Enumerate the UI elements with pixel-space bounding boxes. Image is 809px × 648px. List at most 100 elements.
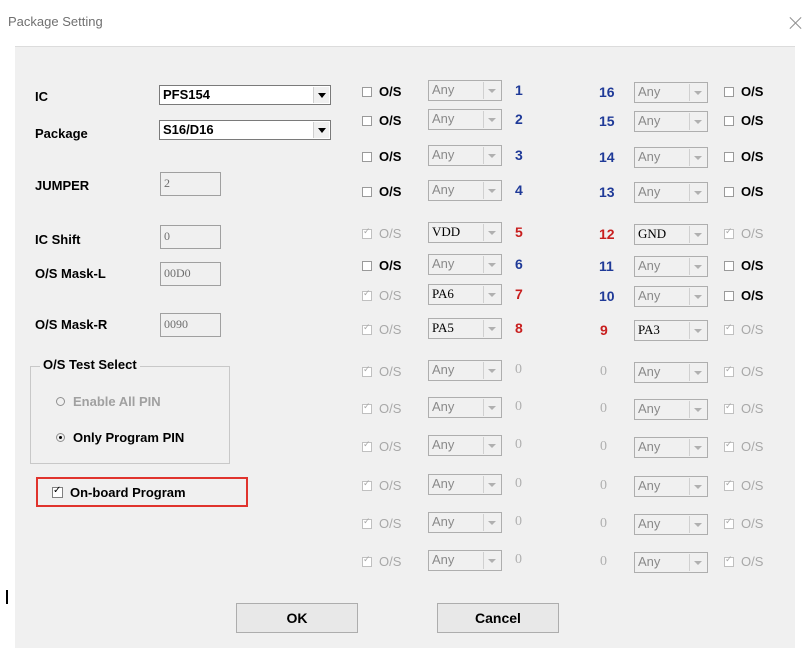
checkbox-icon[interactable]: [724, 87, 734, 97]
pin-select[interactable]: Any: [634, 514, 708, 535]
pin-select[interactable]: PA3: [634, 320, 708, 341]
pin-select[interactable]: Any: [634, 552, 708, 573]
onboard-program-highlight[interactable]: On-board Program: [36, 477, 248, 507]
pin-select[interactable]: GND: [634, 224, 708, 245]
chevron-down-icon[interactable]: [689, 364, 706, 381]
chevron-down-icon[interactable]: [483, 514, 500, 531]
checkbox-checked-icon[interactable]: [362, 479, 372, 491]
os-checkbox[interactable]: O/S: [724, 364, 763, 379]
os-checkbox[interactable]: O/S: [362, 258, 401, 273]
os-checkbox[interactable]: O/S: [724, 113, 763, 128]
pin-select[interactable]: Any: [428, 254, 502, 275]
pin-select[interactable]: Any: [428, 180, 502, 201]
checkbox-icon[interactable]: [724, 261, 734, 271]
os-checkbox[interactable]: O/S: [362, 226, 401, 241]
os-checkbox[interactable]: O/S: [362, 516, 401, 531]
pin-select[interactable]: Any: [428, 474, 502, 495]
chevron-down-icon[interactable]: [483, 147, 500, 164]
pin-select[interactable]: Any: [428, 512, 502, 533]
os-checkbox[interactable]: O/S: [362, 439, 401, 454]
os-checkbox[interactable]: O/S: [724, 288, 763, 303]
os-checkbox[interactable]: O/S: [724, 554, 763, 569]
chevron-down-icon[interactable]: [689, 516, 706, 533]
radio-only-program-pin[interactable]: Only Program PIN: [56, 430, 184, 445]
chevron-down-icon[interactable]: [689, 478, 706, 495]
os-checkbox[interactable]: O/S: [724, 184, 763, 199]
ok-button[interactable]: OK: [236, 603, 358, 633]
os-checkbox[interactable]: O/S: [724, 322, 763, 337]
pin-select[interactable]: Any: [634, 147, 708, 168]
os-checkbox[interactable]: O/S: [362, 288, 401, 303]
pin-select[interactable]: Any: [428, 550, 502, 571]
pin-select[interactable]: Any: [634, 399, 708, 420]
pin-select[interactable]: Any: [634, 362, 708, 383]
os-checkbox[interactable]: O/S: [724, 516, 763, 531]
pin-select[interactable]: Any: [428, 397, 502, 418]
chevron-down-icon[interactable]: [689, 226, 706, 243]
os-checkbox[interactable]: O/S: [724, 401, 763, 416]
chevron-down-icon[interactable]: [483, 286, 500, 303]
os-checkbox[interactable]: O/S: [724, 84, 763, 99]
checkbox-icon[interactable]: [724, 187, 734, 197]
checkbox-checked-icon[interactable]: [724, 479, 734, 491]
os-checkbox[interactable]: O/S: [362, 184, 401, 199]
pin-select[interactable]: Any: [428, 360, 502, 381]
pin-select[interactable]: Any: [428, 109, 502, 130]
chevron-down-icon[interactable]: [689, 322, 706, 339]
radio-enable-all-pin[interactable]: Enable All PIN: [56, 394, 161, 409]
chevron-down-icon[interactable]: [689, 149, 706, 166]
os-checkbox[interactable]: O/S: [724, 149, 763, 164]
os-checkbox[interactable]: O/S: [362, 554, 401, 569]
package-select[interactable]: S16/D16: [159, 120, 331, 140]
chevron-down-icon[interactable]: [483, 224, 500, 241]
chevron-down-icon[interactable]: [483, 437, 500, 454]
checkbox-checked-icon[interactable]: [362, 555, 372, 567]
chevron-down-icon[interactable]: [689, 113, 706, 130]
checkbox-checked-icon[interactable]: [724, 402, 734, 414]
pin-select[interactable]: Any: [634, 256, 708, 277]
pin-select[interactable]: VDD: [428, 222, 502, 243]
os-checkbox[interactable]: O/S: [724, 258, 763, 273]
chevron-down-icon[interactable]: [689, 84, 706, 101]
pin-select[interactable]: Any: [634, 476, 708, 497]
checkbox-checked-icon[interactable]: [362, 517, 372, 529]
chevron-down-icon[interactable]: [483, 399, 500, 416]
pin-select[interactable]: Any: [428, 80, 502, 101]
os-checkbox[interactable]: O/S: [724, 226, 763, 241]
checkbox-checked-icon[interactable]: [362, 323, 372, 335]
os-checkbox[interactable]: O/S: [724, 439, 763, 454]
chevron-down-icon[interactable]: [689, 184, 706, 201]
checkbox-icon[interactable]: [724, 152, 734, 162]
chevron-down-icon[interactable]: [483, 552, 500, 569]
chevron-down-icon[interactable]: [483, 320, 500, 337]
chevron-down-icon[interactable]: [689, 439, 706, 456]
checkbox-checked-icon[interactable]: [724, 517, 734, 529]
os-checkbox[interactable]: O/S: [724, 478, 763, 493]
checkbox-checked-icon[interactable]: [52, 485, 63, 498]
checkbox-icon[interactable]: [362, 152, 372, 162]
pin-select[interactable]: Any: [634, 286, 708, 307]
chevron-down-icon[interactable]: [483, 362, 500, 379]
os-checkbox[interactable]: O/S: [362, 84, 401, 99]
os-checkbox[interactable]: O/S: [362, 401, 401, 416]
pin-select[interactable]: Any: [634, 182, 708, 203]
os-checkbox[interactable]: O/S: [362, 113, 401, 128]
chevron-down-icon[interactable]: [313, 122, 329, 138]
chevron-down-icon[interactable]: [483, 256, 500, 273]
chevron-down-icon[interactable]: [313, 87, 329, 103]
checkbox-checked-icon[interactable]: [724, 555, 734, 567]
checkbox-checked-icon[interactable]: [362, 402, 372, 414]
checkbox-icon[interactable]: [362, 187, 372, 197]
os-checkbox[interactable]: O/S: [362, 149, 401, 164]
pin-select[interactable]: Any: [634, 437, 708, 458]
pin-select[interactable]: Any: [428, 145, 502, 166]
chevron-down-icon[interactable]: [689, 288, 706, 305]
checkbox-checked-icon[interactable]: [362, 440, 372, 452]
cancel-button[interactable]: Cancel: [437, 603, 559, 633]
chevron-down-icon[interactable]: [689, 554, 706, 571]
pin-select[interactable]: PA5: [428, 318, 502, 339]
checkbox-checked-icon[interactable]: [362, 227, 372, 239]
close-icon[interactable]: [789, 16, 803, 30]
os-checkbox[interactable]: O/S: [362, 478, 401, 493]
checkbox-checked-icon[interactable]: [724, 440, 734, 452]
